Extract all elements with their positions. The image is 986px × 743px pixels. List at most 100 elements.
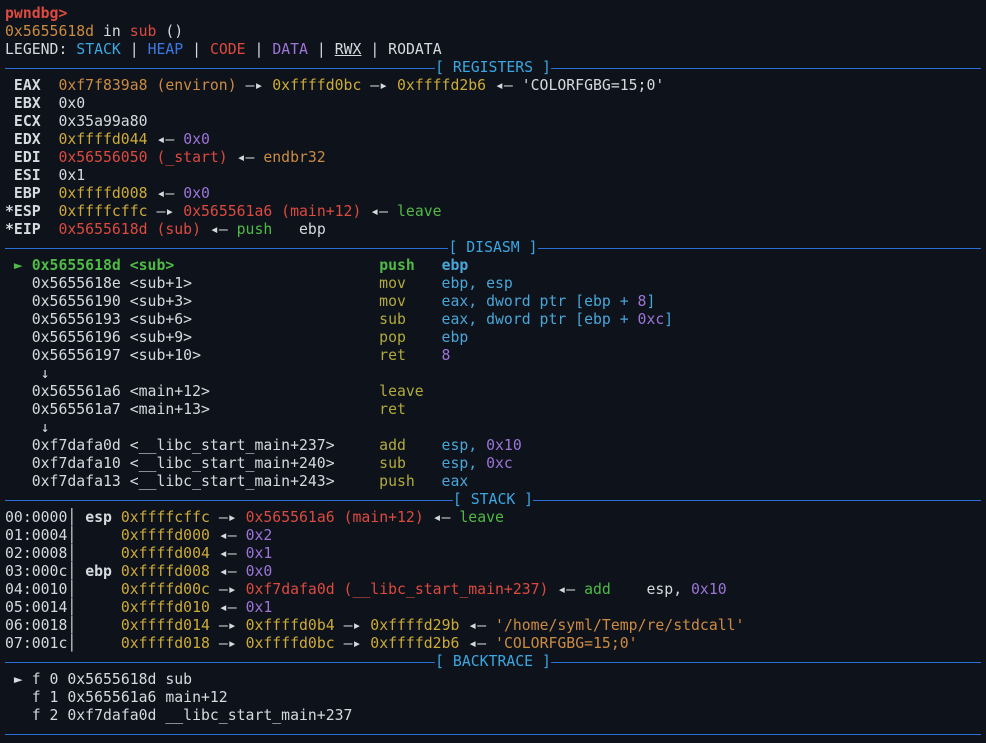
- token: 0xffffd000: [121, 527, 210, 544]
- token: eax, dword ptr [ebp +: [442, 311, 638, 328]
- token: 0xffffd010: [121, 599, 210, 616]
- token: 03:000c: [5, 563, 67, 580]
- token: [5, 293, 32, 310]
- register-ebx: EBX 0x0: [5, 95, 981, 113]
- disasm-row: 0x56556196 <sub+9> pop ebp: [5, 329, 981, 347]
- token: [415, 473, 442, 490]
- stack-row: 01:0004│ 0xffffd000 ◂— 0x2: [5, 527, 981, 545]
- token: add: [379, 437, 406, 454]
- token: ECX: [5, 113, 58, 130]
- token: [201, 347, 379, 364]
- token: 0x565561a6 <main+12>: [32, 383, 210, 400]
- token: 00:0000: [5, 509, 67, 526]
- token: 0x56556050 (_start): [58, 149, 227, 166]
- token: [611, 581, 647, 598]
- token: sub: [130, 23, 157, 40]
- token: —▸: [361, 77, 397, 94]
- stack-row: 02:0008│ 0xffffd004 ◂— 0x1: [5, 545, 981, 563]
- token: ret: [379, 401, 406, 418]
- disasm-row: 0x56556197 <sub+10> ret 8: [5, 347, 981, 365]
- disasm-row: 0x56556190 <sub+3> mov eax, dword ptr [e…: [5, 293, 981, 311]
- token: —▸: [148, 203, 184, 220]
- token: ebp: [442, 329, 469, 346]
- token: [76, 527, 121, 544]
- token: 8: [442, 347, 451, 364]
- token: 0xffffd2b6: [370, 635, 459, 652]
- token: 0xf7f839a8 (environ): [58, 77, 236, 94]
- token: 0x0: [183, 185, 210, 202]
- token: 0xffffcffc: [121, 509, 210, 526]
- token: [76, 617, 121, 634]
- register-edi: EDI 0x56556050 (_start) ◂— endbr32: [5, 149, 981, 167]
- token: [272, 221, 299, 238]
- token: 02:0008: [5, 545, 67, 562]
- token: 0x565561a6 (main+12): [246, 509, 424, 526]
- token: ◂—: [361, 203, 397, 220]
- token: |: [183, 41, 210, 58]
- token: [335, 437, 380, 454]
- token: ◂—: [148, 131, 184, 148]
- token: [406, 455, 442, 472]
- stack-section-header-title: [ STACK ]: [453, 491, 533, 509]
- token: ►: [5, 671, 32, 688]
- token: [406, 329, 442, 346]
- register-eax: EAX 0xf7f839a8 (environ) —▸ 0xffffd0bc —…: [5, 77, 981, 95]
- token: |: [308, 41, 335, 58]
- pwndbg-terminal[interactable]: pwndbg> 0x5655618d in sub ()LEGEND: STAC…: [0, 0, 986, 741]
- token: f 0 0x5655618d sub: [32, 671, 192, 688]
- token: ◂—: [210, 545, 246, 562]
- token: 04:0010: [5, 581, 67, 598]
- token: ebp: [85, 563, 112, 580]
- token: 0x56556196 <sub+9>: [32, 329, 192, 346]
- token: RODATA: [388, 41, 441, 58]
- disasm-current-row: ► 0x5655618d <sub> push ebp: [5, 257, 981, 275]
- token: [5, 707, 32, 724]
- token: 0x5655618d <sub>: [32, 257, 175, 274]
- prompt-line: pwndbg>: [5, 5, 981, 23]
- token: [112, 563, 121, 580]
- legend-line: LEGEND: STACK | HEAP | CODE | DATA | RWX…: [5, 41, 981, 59]
- disasm-row: 0x565561a6 <main+12> leave: [5, 383, 981, 401]
- register-eip: *EIP 0x5655618d (sub) ◂— push ebp: [5, 221, 981, 239]
- stack-row: 06:0018│ 0xffffd014 —▸ 0xffffd0b4 —▸ 0xf…: [5, 617, 981, 635]
- token: 0x2: [246, 527, 273, 544]
- token: —▸: [210, 635, 246, 652]
- token: │: [67, 581, 76, 598]
- token: [5, 689, 32, 706]
- token: [76, 581, 121, 598]
- disasm-flow-arrow: ↓: [5, 419, 981, 437]
- token: 0xffffd2b6: [397, 77, 486, 94]
- token: EBX: [5, 95, 58, 112]
- disasm-row: 0xf7dafa0d <__libc_start_main+237> add e…: [5, 437, 981, 455]
- backtrace-frame: f 2 0xf7dafa0d __libc_start_main+237: [5, 707, 981, 725]
- token: ◂—: [228, 149, 264, 166]
- token: ►: [5, 257, 32, 274]
- token: in: [94, 23, 130, 40]
- token: |: [121, 41, 148, 58]
- token: ebp: [442, 257, 469, 274]
- token: 0xffffd008: [121, 563, 210, 580]
- token: [415, 257, 442, 274]
- token: —▸: [335, 635, 371, 652]
- token: add: [584, 581, 611, 598]
- token: 'COLORFGBG=15;0': [522, 77, 665, 94]
- token: [5, 347, 32, 364]
- backtrace-frame: ► f 0 0x5655618d sub: [5, 671, 981, 689]
- token: │: [67, 527, 76, 544]
- token: ◂—: [486, 77, 522, 94]
- token: esp,: [442, 437, 487, 454]
- token: 0x1: [246, 545, 273, 562]
- token: ret: [379, 347, 406, 364]
- token: 0xffffd004: [121, 545, 210, 562]
- token: eax, dword ptr [ebp +: [442, 293, 638, 310]
- token: │: [67, 617, 76, 634]
- token: 0xc: [638, 311, 665, 328]
- token: ebp: [299, 221, 326, 238]
- token: [5, 473, 32, 490]
- backtrace-section-header: [ BACKTRACE ]: [5, 653, 981, 671]
- token: ESI: [5, 167, 58, 184]
- token: ◂—: [201, 221, 237, 238]
- token: [210, 401, 379, 418]
- disasm-row: 0x5655618e <sub+1> mov ebp, esp: [5, 275, 981, 293]
- token: 0x56556190 <sub+3>: [32, 293, 192, 310]
